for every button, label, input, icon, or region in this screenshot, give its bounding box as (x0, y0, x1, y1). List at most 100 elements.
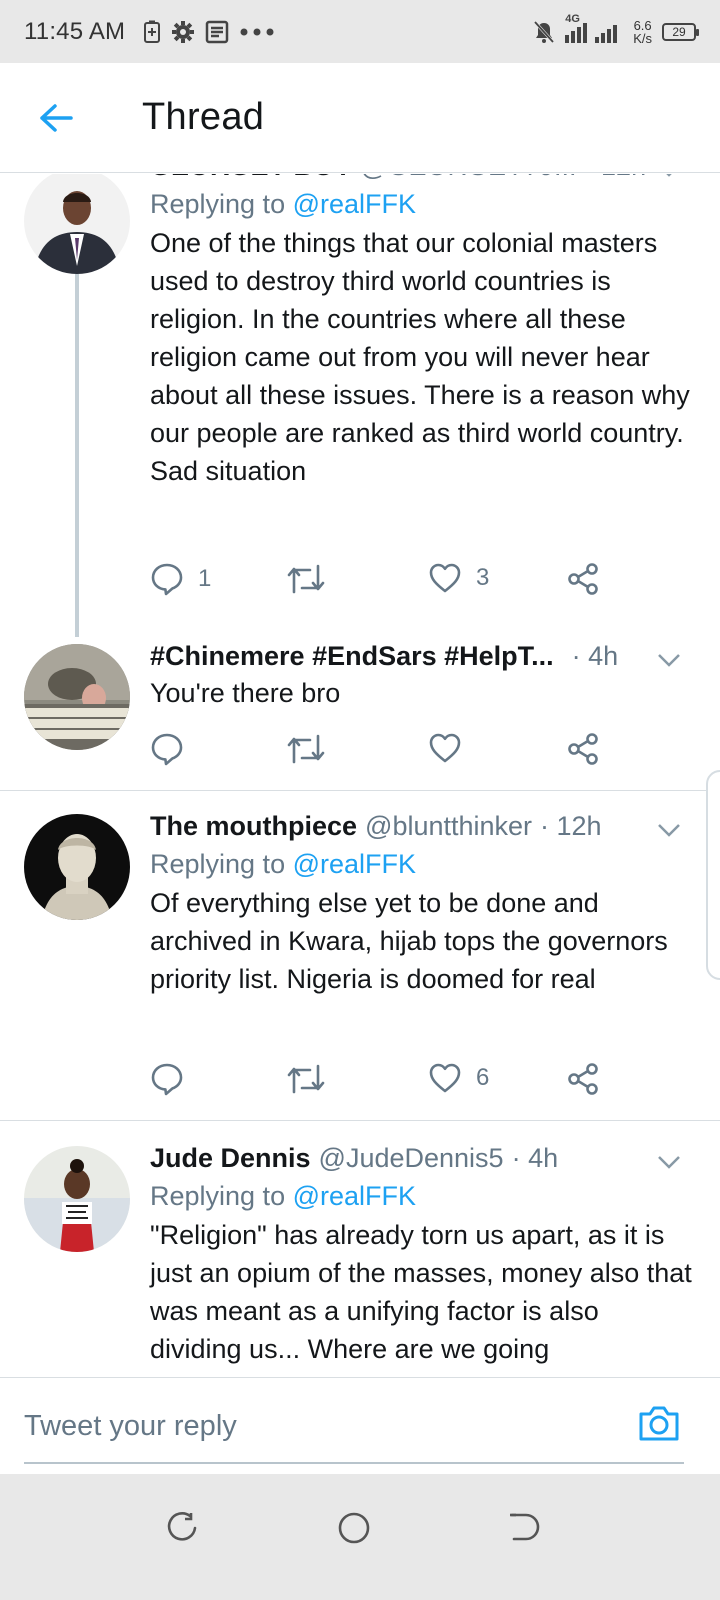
reply-button[interactable] (150, 1062, 198, 1096)
news-icon (205, 20, 229, 44)
tweet-time: · 12h (540, 811, 602, 841)
heart-icon (429, 563, 461, 593)
like-button[interactable]: 6 (428, 1062, 489, 1094)
reply-underline (24, 1462, 684, 1464)
tweet-body: GEORGEY BOY @GEORGEY79... · 12h Replying… (150, 174, 695, 490)
tweet-body: Jude Dennis @JudeDennis5 · 4h Replying t… (150, 1140, 695, 1368)
settings-icon (171, 20, 195, 44)
mention-link[interactable]: @realFFK (293, 189, 416, 219)
home-circle-icon (338, 1512, 370, 1544)
edge-panel-handle[interactable] (706, 770, 720, 980)
avatar[interactable] (24, 814, 130, 920)
reply-count: 1 (198, 565, 212, 592)
more-dots-icon (239, 27, 275, 37)
author-handle: @GEORGEY79... (360, 174, 576, 184)
system-nav-bar (0, 1474, 720, 1600)
status-left-icons (143, 20, 275, 44)
replying-to: Replying to @realFFK (150, 184, 695, 224)
tweet-actions (150, 732, 620, 772)
like-button[interactable] (428, 732, 476, 764)
tweet[interactable]: GEORGEY BOY @GEORGEY79... · 12h Replying… (0, 174, 720, 638)
replying-prefix: Replying to (150, 849, 286, 879)
reply-button[interactable] (150, 732, 198, 766)
retweet-button[interactable] (286, 732, 340, 766)
replying-prefix: Replying to (150, 1181, 286, 1211)
share-icon (568, 563, 598, 595)
recent-apps-button[interactable] (164, 1510, 200, 1551)
tweet-text: "Religion" has already torn us apart, as… (150, 1220, 692, 1364)
tweet-text: Of everything else yet to be done and ar… (150, 888, 668, 994)
retweet-icon (287, 734, 325, 764)
replying-prefix: Replying to (150, 189, 286, 219)
mention-link[interactable]: @realFFK (293, 1181, 416, 1211)
reply-button[interactable]: 1 (150, 562, 211, 596)
tweet[interactable]: #Chinemere #EndSars #HelpT... · 4h You'r… (0, 638, 720, 790)
replying-to: Replying to @realFFK (150, 1176, 695, 1216)
share-button[interactable] (566, 732, 600, 766)
tweet-text: You're there bro (150, 678, 341, 708)
heart-icon (429, 1063, 461, 1093)
avatar[interactable] (24, 644, 130, 750)
camera-icon (639, 1406, 679, 1441)
author-name[interactable]: The mouthpiece (150, 808, 357, 844)
reply-input[interactable]: Tweet your reply (24, 1410, 237, 1443)
mention-link[interactable]: @realFFK (293, 849, 416, 879)
tweet-body: The mouthpiece @bluntthinker · 12h Reply… (150, 808, 695, 998)
thread-feed[interactable]: GEORGEY BOY @GEORGEY79... · 12h Replying… (0, 174, 720, 1377)
avatar[interactable] (24, 1146, 130, 1252)
author-name[interactable]: Jude Dennis (150, 1140, 311, 1176)
arrow-left-icon (40, 103, 73, 132)
network-type: 4G (565, 12, 580, 25)
share-icon (568, 1063, 598, 1095)
chevron-down-icon[interactable] (657, 810, 681, 846)
tweet[interactable]: The mouthpiece @bluntthinker · 12h Reply… (0, 808, 720, 1118)
signal-icon: 4G (565, 13, 623, 43)
status-bar: 11:45 AM 4G 6.6 K/s 29 (0, 0, 720, 63)
home-button[interactable] (336, 1510, 372, 1551)
like-button[interactable]: 3 (428, 562, 489, 594)
author-handle: @bluntthinker (365, 811, 533, 841)
retweet-icon (287, 1064, 325, 1094)
reply-bar: Tweet your reply (0, 1377, 720, 1474)
avatar[interactable] (24, 174, 130, 274)
author-name[interactable]: #Chinemere #EndSars #HelpT... (150, 638, 554, 674)
share-button[interactable] (566, 1062, 600, 1096)
tweet-header: Jude Dennis @JudeDennis5 · 4h (150, 1140, 695, 1176)
recent-apps-icon (167, 1512, 197, 1541)
header: Thread (0, 63, 720, 173)
back-nav-button[interactable] (506, 1510, 542, 1551)
tweet-header: #Chinemere #EndSars #HelpT... · 4h (150, 638, 695, 674)
back-nav-icon (510, 1513, 540, 1541)
status-time: 11:45 AM (24, 17, 126, 45)
tweet-time: · 4h (511, 1143, 559, 1173)
like-count: 3 (476, 564, 490, 591)
retweet-button[interactable] (286, 562, 340, 596)
retweet-button[interactable] (286, 1062, 340, 1096)
camera-button[interactable] (638, 1404, 680, 1447)
heart-icon (429, 733, 461, 763)
tweet-text: One of the things that our colonial mast… (150, 228, 690, 486)
network-speed: 6.6 K/s (633, 19, 652, 45)
share-icon (568, 733, 598, 765)
tweet-header: GEORGEY BOY @GEORGEY79... · 12h (150, 174, 695, 184)
chevron-down-icon[interactable] (657, 174, 681, 186)
reply-icon (151, 733, 183, 766)
status-right: 4G 6.6 K/s 29 (533, 13, 699, 45)
tweet-time: · 12h (585, 174, 647, 184)
back-button[interactable] (0, 63, 112, 173)
mute-icon (533, 20, 555, 44)
tweet-actions: 6 (150, 1062, 620, 1102)
chevron-down-icon[interactable] (657, 640, 681, 676)
author-name[interactable]: GEORGEY BOY (150, 174, 352, 184)
chevron-down-icon[interactable] (657, 1142, 681, 1178)
tweet-header: The mouthpiece @bluntthinker · 12h (150, 808, 695, 844)
tweet-body: #Chinemere #EndSars #HelpT... · 4h You'r… (150, 638, 695, 712)
speed-value: 6.6 (633, 17, 652, 33)
page-title: Thread (142, 96, 265, 138)
tweet[interactable]: Jude Dennis @JudeDennis5 · 4h Replying t… (0, 1140, 720, 1377)
share-button[interactable] (566, 562, 600, 596)
reply-icon (151, 1063, 183, 1096)
speed-unit: K/s (633, 30, 652, 46)
thread-line (75, 274, 79, 637)
tweet-actions: 1 3 (150, 562, 620, 602)
